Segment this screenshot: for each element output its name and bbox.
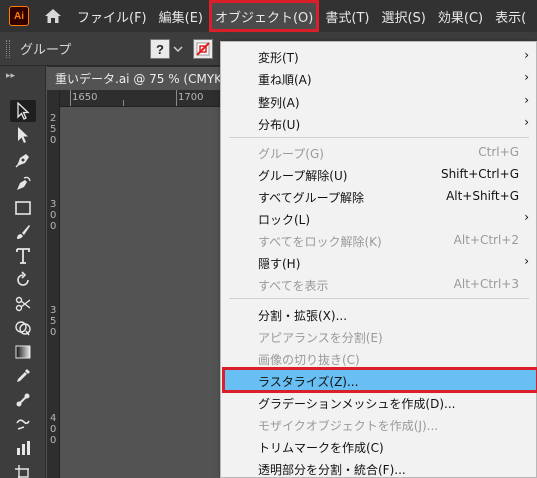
ruler-digit: 0	[50, 135, 57, 146]
menu-item-expand[interactable]: 分割・拡張(X)...	[221, 303, 537, 325]
eyedropper-tool-icon[interactable]	[10, 365, 36, 387]
ruler-digit: 0	[50, 424, 57, 435]
document-tab[interactable]: 重いデータ.ai @ 75 % (CMYK/CPU	[47, 66, 247, 90]
submenu-arrow-icon: ›	[524, 254, 529, 268]
ruler-corner[interactable]	[47, 90, 60, 107]
menu-separator	[229, 137, 529, 138]
menu-item-rasterize[interactable]: ラスタライズ(Z)...	[222, 367, 537, 393]
panel-grip[interactable]	[6, 39, 10, 58]
home-icon[interactable]	[41, 4, 65, 28]
ruler-digit: 0	[50, 210, 57, 221]
menu-item-ungroup-all[interactable]: すべてグループ解除 Alt+Shift+G	[221, 185, 537, 207]
menu-item-crop-image[interactable]: 画像の切り抜き(C)	[221, 347, 537, 369]
ruler-digit: 0	[50, 221, 57, 232]
menu-item-hide[interactable]: 隠す(H) ›	[221, 251, 537, 273]
symbol-sprayer-tool-icon[interactable]	[10, 413, 36, 435]
fill-none-swatch[interactable]	[193, 39, 213, 59]
curvature-tool-icon[interactable]	[10, 173, 36, 195]
selection-tool-icon[interactable]	[10, 100, 36, 122]
menu-item-show-all[interactable]: すべてを表示 Alt+Ctrl+3	[221, 273, 537, 295]
submenu-arrow-icon: ›	[524, 48, 529, 62]
submenu-arrow-icon: ›	[524, 115, 529, 129]
ruler-digit: 3	[50, 199, 57, 210]
question-icon[interactable]: ?	[150, 39, 170, 59]
rotate-tool-icon[interactable]	[10, 269, 36, 291]
submenu-arrow-icon: ›	[524, 93, 529, 107]
ruler-label: 1650	[72, 92, 98, 103]
ruler-digit: 0	[50, 327, 57, 338]
menu-effect[interactable]: 効果(C)	[432, 0, 489, 32]
vertical-ruler[interactable]: 2 5 0 3 0 0 3 5 0 4 0 0	[47, 107, 60, 478]
collapse-icon[interactable]: ▸▸	[0, 66, 45, 86]
object-menu-dropdown: 変形(T) › 重ね順(A) › 整列(A) › 分布(U) › グループ(G) Ctrl…	[220, 41, 537, 478]
ruler-label: 1700	[178, 92, 204, 103]
menu-edit[interactable]: 編集(E)	[153, 0, 209, 32]
pen-tool-icon[interactable]	[10, 149, 36, 171]
rectangle-tool-icon[interactable]	[10, 197, 36, 219]
selection-type-label: グループ	[20, 43, 72, 58]
menu-item-align[interactable]: 整列(A) ›	[221, 90, 537, 112]
illustrator-logo: Ai	[9, 6, 29, 26]
type-tool-icon[interactable]	[10, 245, 36, 267]
menu-select[interactable]: 選択(S)	[375, 0, 431, 32]
menu-item-expand-appearance[interactable]: アピアランスを分割(E)	[221, 325, 537, 347]
scissors-tool-icon[interactable]	[10, 293, 36, 315]
menu-item-group[interactable]: グループ(G) Ctrl+G	[221, 141, 537, 163]
gradient-tool-icon[interactable]	[10, 341, 36, 363]
submenu-arrow-icon: ›	[524, 210, 529, 224]
artboard-tool-icon[interactable]	[10, 461, 36, 478]
menu-item-ungroup[interactable]: グループ解除(U) Shift+Ctrl+G	[221, 163, 537, 185]
menu-file[interactable]: ファイル(F)	[71, 0, 153, 32]
menu-item-create-object-mosaic[interactable]: モザイクオブジェクトを作成(J)...	[221, 413, 537, 435]
menu-bar: Ai ファイル(F) 編集(E) オブジェクト(O) 書式(T) 選択(S) 効…	[0, 0, 537, 32]
direct-selection-tool-icon[interactable]	[10, 124, 36, 146]
submenu-arrow-icon: ›	[524, 70, 529, 84]
ruler-digit: 0	[50, 435, 57, 446]
menu-item-arrange[interactable]: 重ね順(A) ›	[221, 67, 537, 89]
menu-item-distribute[interactable]: 分布(U) ›	[221, 112, 537, 134]
paintbrush-tool-icon[interactable]	[10, 221, 36, 243]
menu-item-flatten-transparency[interactable]: 透明部分を分割・統合(F)...	[221, 457, 537, 478]
ruler-digit: 3	[50, 305, 57, 316]
menu-item-create-trim-marks[interactable]: トリムマークを作成(C)	[221, 435, 537, 457]
graph-tool-icon[interactable]	[10, 437, 36, 459]
menu-object[interactable]: オブジェクト(O)	[208, 0, 320, 32]
ruler-digit: 5	[50, 124, 57, 135]
menu-type[interactable]: 書式(T)	[319, 0, 375, 32]
menu-item-unlock-all[interactable]: すべてをロック解除(K) Alt+Ctrl+2	[221, 229, 537, 251]
shape-builder-tool-icon[interactable]	[10, 317, 36, 339]
ruler-digit: 4	[50, 413, 57, 424]
menu-item-create-gradient-mesh[interactable]: グラデーションメッシュを作成(D)...	[221, 391, 537, 413]
tools-panel: ▸▸	[0, 66, 46, 478]
menu-separator	[229, 298, 529, 299]
chevron-down-icon[interactable]	[173, 44, 183, 54]
ruler-digit: 5	[50, 316, 57, 327]
blend-tool-icon[interactable]	[10, 389, 36, 411]
menu-item-transform[interactable]: 変形(T) ›	[221, 45, 537, 67]
menu-item-lock[interactable]: ロック(L) ›	[221, 207, 537, 229]
ruler-digit: 2	[50, 113, 57, 124]
menu-view[interactable]: 表示(	[489, 0, 532, 32]
